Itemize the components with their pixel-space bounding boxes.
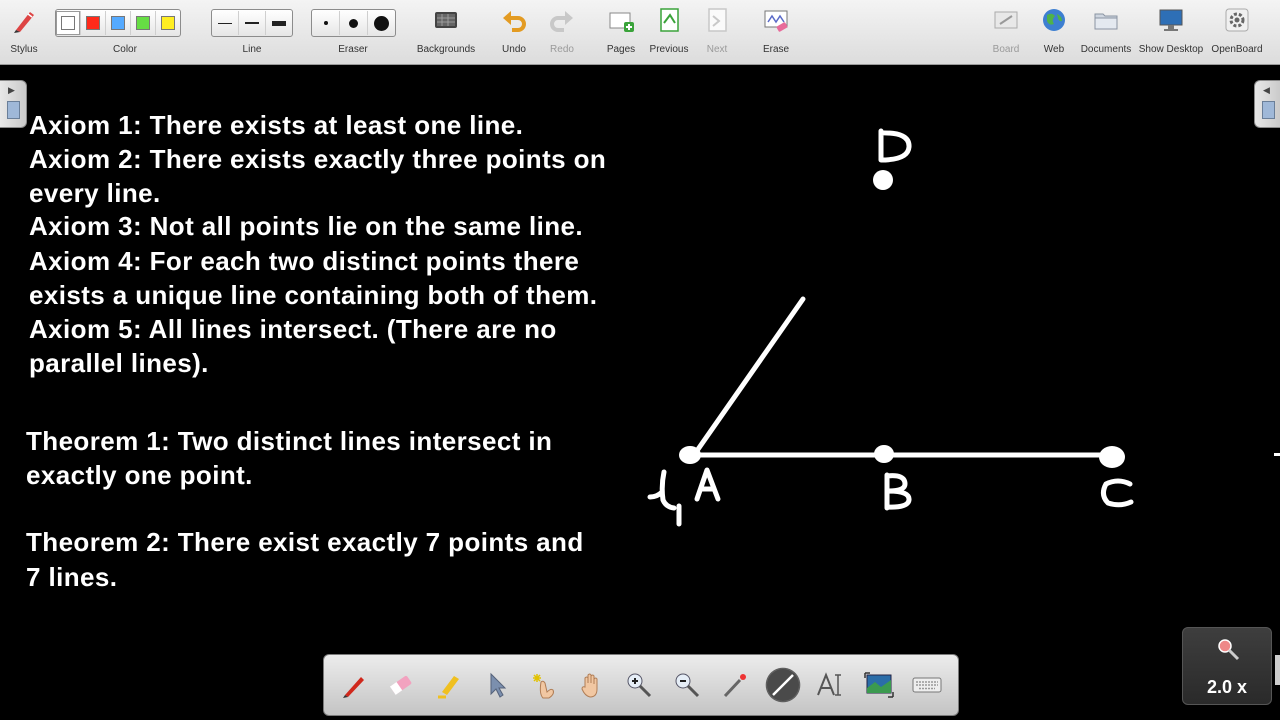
keyboard-icon [912, 677, 942, 693]
text-tool-icon [817, 672, 841, 696]
line-tool-button[interactable] [763, 665, 803, 705]
zoom-in-icon [627, 673, 652, 698]
interact-tool-button[interactable] [524, 665, 564, 705]
hand-tool-button[interactable] [572, 665, 612, 705]
eraser-tool-button[interactable] [381, 665, 421, 705]
capture-tool-button[interactable] [859, 665, 899, 705]
pen-tool-button[interactable] [334, 665, 374, 705]
label-b-stroke [884, 472, 912, 511]
label-c-stroke [1100, 478, 1134, 508]
pen-icon [343, 677, 364, 698]
hand-icon [581, 673, 598, 698]
zoom-out-icon [675, 673, 700, 698]
pointer-icon [490, 672, 507, 698]
point-b-dot [874, 445, 894, 463]
capture-icon [864, 672, 894, 698]
highlighter-icon [438, 676, 459, 699]
point-c-dot [1099, 446, 1125, 468]
point-d-dot [873, 170, 893, 190]
highlighter-tool-button[interactable] [429, 665, 469, 705]
eraser-icon [389, 675, 412, 695]
freehand-drawing: A B C D l1 [647, 128, 1134, 527]
label-d-stroke [878, 128, 912, 163]
slanted-line-stroke [691, 296, 806, 458]
line-tool-icon [767, 669, 799, 701]
label-l1-stroke [647, 469, 677, 511]
zoom-level-label: 2.0 x [1206, 677, 1248, 697]
zoom-icon [1218, 639, 1240, 661]
zoom-in-tool-button[interactable] [619, 665, 659, 705]
text-tool-button[interactable] [811, 665, 851, 705]
zoom-indicator[interactable]: 2.0 x [1182, 627, 1272, 705]
stylus-tool-palette [323, 654, 959, 716]
selector-tool-button[interactable] [476, 665, 516, 705]
laser-pointer-icon [723, 674, 746, 698]
label-a-stroke [694, 467, 721, 502]
interact-icon [533, 674, 554, 699]
laser-pointer-tool-button[interactable] [715, 665, 755, 705]
point-a-dot [679, 446, 701, 464]
zoom-out-tool-button[interactable] [667, 665, 707, 705]
keyboard-tool-button[interactable] [907, 665, 947, 705]
canvas-edge-marker [1275, 655, 1280, 685]
canvas-edge-marker [1274, 453, 1280, 456]
